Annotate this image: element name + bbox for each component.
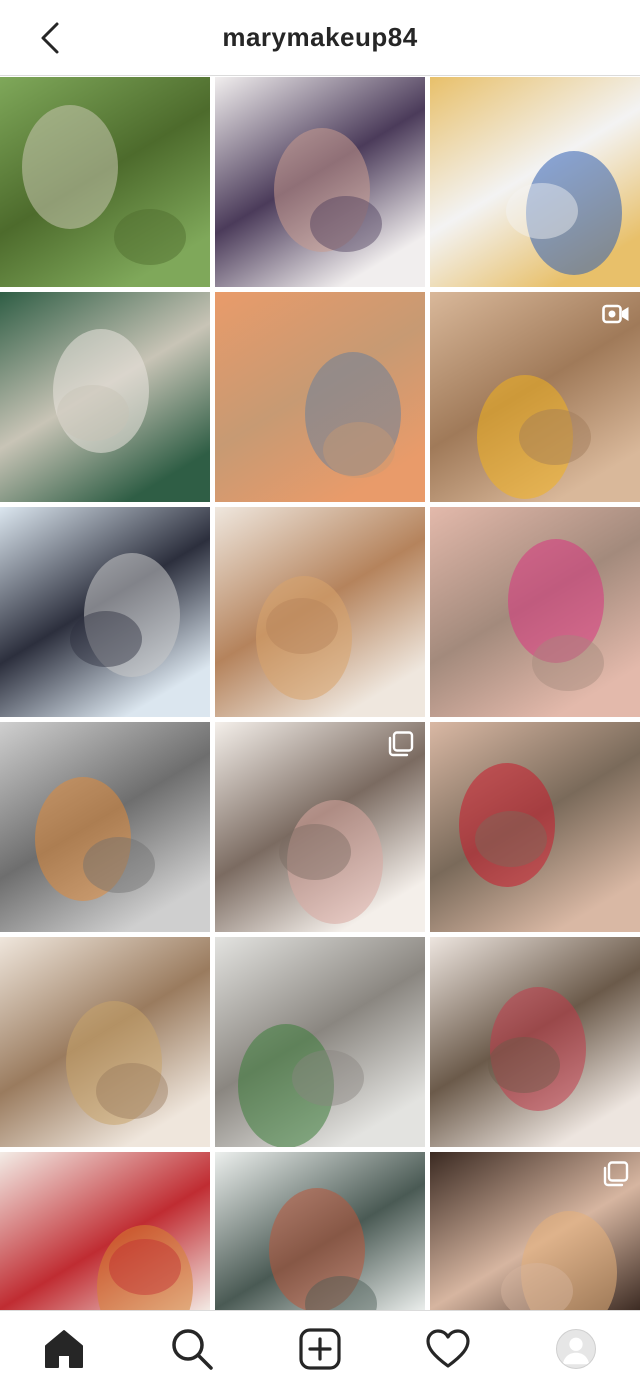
post-green-eyeshadow[interactable] <box>430 722 640 932</box>
top-bar: marymakeup84 <box>0 0 640 76</box>
post-vintage-mirror[interactable] <box>0 937 210 1147</box>
post-thumbnail <box>0 292 210 502</box>
post-sports-car[interactable] <box>0 507 210 717</box>
nav-home[interactable] <box>32 1317 96 1381</box>
post-landscape-donkey[interactable] <box>0 77 210 287</box>
post-type-badge <box>602 302 630 326</box>
avatar <box>556 1328 596 1369</box>
search-icon <box>172 1328 213 1370</box>
post-makeup-flatlay[interactable] <box>215 722 425 932</box>
post-thumbnail <box>430 937 640 1147</box>
nav-new-post[interactable] <box>288 1317 352 1381</box>
bottom-navigation <box>0 1310 640 1386</box>
post-type-badge <box>602 1161 630 1187</box>
back-button[interactable] <box>30 18 70 58</box>
nav-profile[interactable] <box>544 1317 608 1381</box>
post-thumbnail <box>0 937 210 1147</box>
post-thumbnail <box>215 507 425 717</box>
post-sunset-beach[interactable] <box>215 292 425 502</box>
post-thumbnail <box>0 77 210 287</box>
video-icon <box>602 304 629 324</box>
post-thumbnail <box>430 507 640 717</box>
post-chair-plant[interactable] <box>215 937 425 1147</box>
posts-grid <box>0 77 640 1386</box>
post-blue-door-stairs[interactable] <box>430 77 640 287</box>
post-pink-liner-makeup[interactable] <box>430 507 640 717</box>
post-thumbnail <box>215 77 425 287</box>
post-car-interior[interactable] <box>0 722 210 932</box>
carousel-icon <box>603 1161 629 1187</box>
profile-username-title: marymakeup84 <box>222 22 418 52</box>
post-thumbnail <box>430 77 640 287</box>
post-primer-products[interactable] <box>215 77 425 287</box>
post-thumbnail <box>0 507 210 717</box>
post-reindeer-sweater[interactable] <box>430 937 640 1147</box>
plus-square-icon <box>299 1327 341 1370</box>
avatar-icon <box>562 1337 590 1364</box>
carousel-icon <box>388 731 414 757</box>
home-icon <box>45 1329 83 1368</box>
post-thumbnail <box>215 292 425 502</box>
nav-search[interactable] <box>160 1317 224 1381</box>
post-thumbnail <box>430 722 640 932</box>
post-thumbnail <box>215 937 425 1147</box>
heart-icon <box>426 1328 470 1368</box>
post-type-badge <box>387 731 415 757</box>
nav-activity[interactable] <box>416 1317 480 1381</box>
post-thumbnail <box>0 722 210 932</box>
post-portrait-yellow-top[interactable] <box>430 292 640 502</box>
chevron-left-icon <box>41 22 59 54</box>
post-too-faced-primer[interactable] <box>215 507 425 717</box>
post-edelweiss-flowers[interactable] <box>0 292 210 502</box>
